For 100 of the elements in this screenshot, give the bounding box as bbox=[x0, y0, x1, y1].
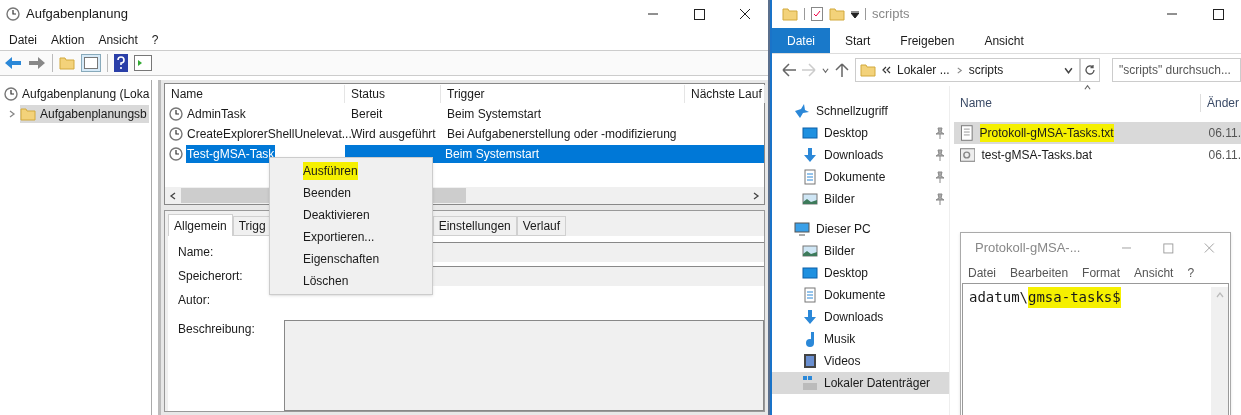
window-title: scripts bbox=[872, 5, 910, 24]
nav-item[interactable]: Downloads bbox=[772, 144, 949, 166]
field-label: Speicherort: bbox=[178, 268, 244, 285]
pin-icon[interactable] bbox=[935, 149, 945, 161]
menu-item[interactable]: Datei bbox=[3, 31, 43, 49]
expand-chevron-icon[interactable] bbox=[8, 110, 16, 118]
description-field[interactable] bbox=[284, 320, 764, 411]
nav-item[interactable]: Desktop bbox=[772, 122, 949, 144]
nav-item[interactable]: Desktop bbox=[772, 262, 949, 284]
checklist-icon[interactable] bbox=[811, 7, 823, 21]
file-name: test-gMSA-Tasks.bat bbox=[981, 147, 1093, 164]
nav-item[interactable]: Schnellzugriff bbox=[772, 100, 949, 122]
nav-item[interactable]: Videos bbox=[772, 350, 949, 372]
menu-item[interactable]: ? bbox=[145, 31, 165, 49]
folder-icon bbox=[20, 107, 36, 121]
menu-item[interactable]: Eigenschaften bbox=[303, 250, 380, 268]
new-folder-icon bbox=[829, 7, 845, 21]
tree-item[interactable]: Aufgabenplanung (Loka bbox=[0, 84, 151, 104]
recent-caret-icon[interactable] bbox=[822, 66, 829, 74]
up-icon[interactable] bbox=[835, 63, 849, 77]
action-pane-icon[interactable] bbox=[134, 55, 152, 71]
folder-up-icon bbox=[59, 56, 75, 70]
ribbon-tab[interactable]: Ansicht bbox=[969, 28, 1039, 53]
task-trigger: Bei Aufgabenerstellung oder -modifizierung bbox=[446, 126, 677, 143]
document-icon bbox=[802, 169, 818, 185]
menu-item[interactable]: Beenden bbox=[303, 184, 352, 202]
video-icon bbox=[802, 353, 818, 369]
vertical-scrollbar[interactable] bbox=[1211, 287, 1228, 415]
nav-item[interactable]: Lokaler Datenträger bbox=[772, 372, 949, 394]
column-header[interactable]: Name bbox=[165, 85, 345, 103]
menu-item[interactable]: Datei bbox=[968, 264, 996, 282]
menu-item[interactable]: Löschen bbox=[303, 272, 349, 290]
forward-arrow-icon[interactable] bbox=[28, 56, 46, 70]
back-arrow-icon[interactable] bbox=[4, 56, 22, 70]
download-icon bbox=[802, 309, 818, 325]
menu-item[interactable]: Exportieren... bbox=[303, 228, 375, 246]
column-header[interactable]: Status bbox=[345, 85, 441, 103]
column-header[interactable]: Änder bbox=[1200, 94, 1240, 112]
column-header[interactable]: Nächste Lauf bbox=[685, 85, 765, 103]
nav-item[interactable]: Dieser PC bbox=[772, 218, 949, 240]
ribbon-tab[interactable]: Datei bbox=[772, 28, 830, 53]
folder-icon bbox=[782, 7, 798, 21]
pane-icon[interactable] bbox=[81, 54, 101, 72]
pin-icon[interactable] bbox=[935, 193, 945, 205]
picture-icon bbox=[802, 191, 818, 207]
help-icon[interactable] bbox=[114, 54, 128, 72]
back-icon[interactable] bbox=[782, 63, 796, 77]
ribbon-tab[interactable]: Freigeben bbox=[885, 28, 970, 53]
menu-item[interactable]: Format bbox=[1082, 264, 1121, 282]
column-header[interactable]: Trigger bbox=[441, 85, 685, 103]
nav-item[interactable]: Bilder bbox=[772, 240, 949, 262]
clock-icon bbox=[169, 127, 183, 141]
task-name[interactable]: Test-gMSA-Task bbox=[186, 145, 276, 163]
task-name[interactable]: AdminTask bbox=[186, 105, 247, 123]
menu-item[interactable]: ? bbox=[1187, 264, 1195, 282]
pc-icon bbox=[794, 221, 810, 237]
nav-item[interactable]: Bilder bbox=[772, 188, 949, 210]
tab[interactable]: Verlauf bbox=[516, 216, 567, 236]
double-chevron-icon[interactable] bbox=[882, 66, 891, 74]
menu-item[interactable]: Ansicht bbox=[1134, 264, 1174, 282]
nav-item[interactable]: Dokumente bbox=[772, 284, 949, 306]
tab[interactable]: Allgemein bbox=[168, 214, 233, 236]
breadcrumb-item[interactable]: scripts bbox=[968, 61, 1004, 79]
window-title: Protokoll-gMSA-... bbox=[975, 239, 1081, 258]
pin-icon[interactable] bbox=[935, 127, 945, 139]
menu-item[interactable]: Ansicht bbox=[92, 31, 144, 49]
menu-item[interactable]: Bearbeiten bbox=[1010, 264, 1069, 282]
field-label: Name: bbox=[178, 244, 215, 261]
scroll-left-icon[interactable] bbox=[169, 191, 177, 200]
sort-caret-icon[interactable] bbox=[1084, 84, 1091, 91]
file-row[interactable]: Protokoll-gMSA-Tasks.txt 06.11. bbox=[954, 122, 1241, 144]
dropdown-caret-icon[interactable] bbox=[851, 10, 859, 18]
refresh-icon[interactable] bbox=[1084, 64, 1096, 76]
nav-item[interactable]: Musik bbox=[772, 328, 949, 350]
file-date: 06.11. bbox=[1208, 125, 1241, 142]
text-editor[interactable]: adatum\gmsa-tasks$ bbox=[962, 283, 1229, 415]
menu-item[interactable]: Deaktivieren bbox=[303, 206, 370, 224]
window-title: Aufgabenplanung bbox=[26, 5, 128, 24]
download-icon bbox=[802, 147, 818, 163]
breadcrumb-chevron-icon[interactable] bbox=[955, 66, 963, 74]
ribbon-tab[interactable]: Start bbox=[830, 28, 886, 53]
column-header[interactable]: Name bbox=[954, 94, 1200, 112]
menu-item[interactable]: Ausführen bbox=[303, 162, 358, 180]
file-name: Protokoll-gMSA-Tasks.txt bbox=[979, 124, 1114, 142]
search-field[interactable]: "scripts" durchsuch... bbox=[1112, 58, 1241, 82]
menu-item[interactable]: Aktion bbox=[45, 31, 91, 49]
editor-text: adatum\ bbox=[969, 288, 1028, 307]
address-bar[interactable]: Lokaler ... scripts bbox=[855, 58, 1080, 82]
text-file-icon bbox=[960, 125, 974, 141]
address-caret-icon[interactable] bbox=[1064, 65, 1073, 75]
breadcrumb-item[interactable]: Lokaler ... bbox=[897, 61, 950, 79]
tree-item[interactable]: Aufgabenplanungsb bbox=[20, 105, 149, 123]
nav-item[interactable]: Downloads bbox=[772, 306, 949, 328]
scroll-right-icon[interactable] bbox=[752, 191, 760, 200]
nav-item[interactable]: Dokumente bbox=[772, 166, 949, 188]
editor-text: gmsa-tasks$ bbox=[1028, 287, 1121, 308]
gear-file-icon bbox=[960, 148, 976, 162]
pin-icon[interactable] bbox=[935, 171, 945, 183]
file-row[interactable]: test-gMSA-Tasks.bat 06.11. bbox=[954, 144, 1241, 166]
tab[interactable]: Einstellungen bbox=[432, 216, 517, 236]
